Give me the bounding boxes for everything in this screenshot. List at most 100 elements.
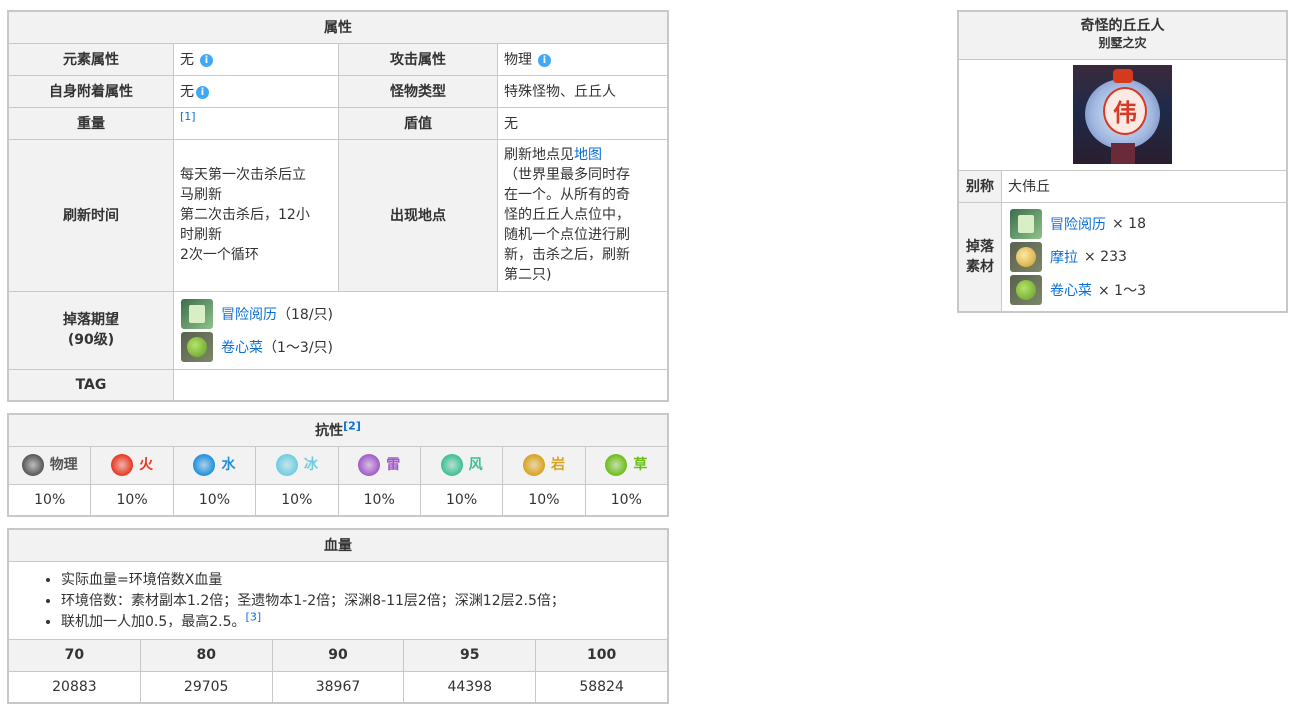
adventure-exp-icon[interactable] <box>1010 208 1042 239</box>
element-name: 物理 <box>49 457 78 473</box>
drop-link[interactable]: 卷心菜 <box>1050 280 1092 300</box>
electro-icon <box>358 454 381 476</box>
element-label: 元素属性 <box>7 42 174 76</box>
cryo-icon <box>275 454 298 476</box>
hp-level: 90 <box>271 638 405 672</box>
footnote-ref[interactable]: [1] <box>180 110 196 123</box>
list-item: 环境倍数：素材副本1.2倍；圣遗物本1-2倍；深渊8-11层2倍；深渊12层2.… <box>61 591 667 612</box>
resist-value: 10% <box>584 483 669 517</box>
resist-head-0: 物理 <box>7 445 92 485</box>
portrait-glyph: 伟 <box>1113 99 1137 127</box>
map-link[interactable]: 地图 <box>574 147 602 163</box>
pyro-icon <box>111 454 134 476</box>
footnote-ref[interactable]: [2] <box>343 420 361 433</box>
geo-icon <box>522 454 545 476</box>
element-name: 草 <box>633 457 648 473</box>
hp-level: 100 <box>535 638 669 672</box>
monster-type-value: 特殊怪物、丘丘人 <box>497 74 669 108</box>
hp-value: 44398 <box>403 670 537 704</box>
hydro-icon <box>193 454 216 476</box>
tag-label: TAG <box>7 368 174 402</box>
element-name: 雷 <box>386 457 401 473</box>
anemo-icon <box>440 454 463 476</box>
location-label: 出现地点 <box>338 138 498 292</box>
adventure-exp-icon[interactable] <box>181 298 213 329</box>
drop-link[interactable]: 卷心菜 <box>221 337 263 357</box>
resistance-table: 抗性[2] 物理火水冰雷风岩草 10% 10% 10% 10% 10% 10% 10% 10% <box>7 413 669 517</box>
hp-level: 70 <box>7 638 141 672</box>
mora-icon[interactable] <box>1010 241 1042 272</box>
drop-expect-list: 冒险阅历 （18/只) 卷心菜 （1～3/只) <box>173 290 669 370</box>
resist-value: 10% <box>502 483 586 517</box>
footnote-ref[interactable]: [3] <box>246 610 262 623</box>
attack-label: 攻击属性 <box>338 42 498 76</box>
element-value: 无i <box>173 42 339 76</box>
hp-level: 95 <box>403 638 537 672</box>
hp-table: 血量 实际血量=环境倍数X血量 环境倍数：素材副本1.2倍；圣遗物本1-2倍；深… <box>7 528 669 704</box>
info-icon[interactable]: i <box>538 54 551 67</box>
resist-head-6: 岩 <box>502 445 586 485</box>
resist-value: 10% <box>90 483 174 517</box>
self-element-label: 自身附着属性 <box>7 74 174 108</box>
hp-level: 80 <box>139 638 273 672</box>
refresh-label: 刷新时间 <box>7 138 174 292</box>
hp-value: 38967 <box>271 670 405 704</box>
weight-value: [1] <box>173 106 339 140</box>
resist-value: 10% <box>172 483 257 517</box>
hp-value: 20883 <box>7 670 141 704</box>
monster-type-label: 怪物类型 <box>338 74 498 108</box>
list-item: 冒险阅历 （18/只) <box>181 297 667 330</box>
shield-value: 无 <box>497 106 669 140</box>
resist-value: 10% <box>7 483 92 517</box>
hp-title: 血量 <box>7 528 669 562</box>
drop-link[interactable]: 冒险阅历 <box>1050 214 1106 234</box>
element-name: 岩 <box>550 457 565 473</box>
list-item: 实际血量=环境倍数X血量 <box>61 570 667 591</box>
alias-label: 别称 <box>957 169 1002 203</box>
attributes-table: 属性 元素属性 无i 攻击属性 物理 i 自身附着属性 无i 怪物类型 特殊怪物、… <box>7 10 669 402</box>
list-item: 冒险阅历 × 18 <box>1010 207 1286 240</box>
list-item: 联机加一人加0.5，最高2.5。[3] <box>61 610 667 633</box>
drop-material-list: 冒险阅历 × 18 摩拉 × 233 卷心菜 × 1～3 <box>1001 201 1288 313</box>
element-name: 风 <box>468 457 483 473</box>
resist-head-5: 风 <box>419 445 504 485</box>
monster-subtitle: 别墅之灾 <box>1098 36 1147 51</box>
tag-value <box>173 368 669 402</box>
hp-value: 58824 <box>535 670 669 704</box>
self-element-value: 无i <box>173 74 339 108</box>
element-name: 冰 <box>303 457 318 473</box>
attack-value: 物理 i <box>497 42 669 76</box>
element-name: 火 <box>139 457 154 473</box>
cabbage-icon[interactable] <box>1010 274 1042 305</box>
resist-head-3: 冰 <box>255 445 339 485</box>
refresh-value: 每天第一次击杀后立 马刷新 第二次击杀后，12小 时刷新 2次一个循环 <box>173 138 339 292</box>
resistance-title: 抗性[2] <box>7 413 669 447</box>
element-name: 水 <box>221 457 236 473</box>
resist-head-7: 草 <box>584 445 669 485</box>
list-item: 卷心菜 × 1～3 <box>1010 273 1286 306</box>
dendro-icon <box>605 454 628 476</box>
resist-head-2: 水 <box>172 445 257 485</box>
drop-link[interactable]: 摩拉 <box>1050 247 1078 267</box>
info-icon[interactable]: i <box>200 54 213 67</box>
resist-head-1: 火 <box>90 445 174 485</box>
drop-link[interactable]: 冒险阅历 <box>221 304 277 324</box>
alias-value: 大伟丘 <box>1001 169 1288 203</box>
info-icon[interactable]: i <box>196 86 209 99</box>
list-item: 卷心菜 （1～3/只) <box>181 330 667 363</box>
cabbage-icon[interactable] <box>181 331 213 362</box>
physical-icon <box>21 454 44 476</box>
list-item: 摩拉 × 233 <box>1010 240 1286 273</box>
resist-head-4: 雷 <box>337 445 421 485</box>
resist-value: 10% <box>255 483 339 517</box>
monster-name: 奇怪的丘丘人 <box>1080 18 1165 35</box>
location-value: 刷新地点见地图 （世界里最多同时存 在一个。从所有的奇 怪的丘丘人点位中， 随机一个点… <box>497 138 669 292</box>
attributes-title: 属性 <box>7 10 669 44</box>
drop-material-label: 掉落 素材 <box>957 201 1002 313</box>
monster-portrait[interactable]: 伟 <box>1073 65 1172 164</box>
shield-label: 盾值 <box>338 106 498 140</box>
drop-expect-label: 掉落期望 (90级) <box>7 290 174 370</box>
hp-value: 29705 <box>139 670 273 704</box>
infobox-header: 奇怪的丘丘人 别墅之灾 <box>957 10 1288 60</box>
hp-notes: 实际血量=环境倍数X血量 环境倍数：素材副本1.2倍；圣遗物本1-2倍；深渊8-… <box>7 560 669 640</box>
